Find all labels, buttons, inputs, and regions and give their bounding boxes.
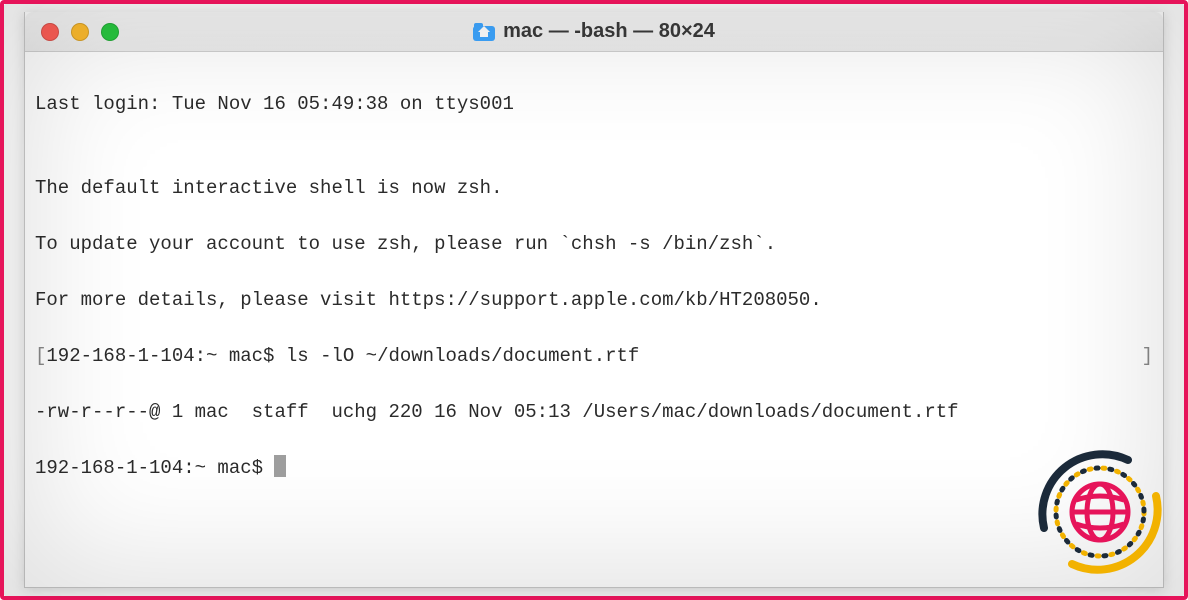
minimize-icon[interactable]	[71, 23, 89, 41]
cursor-block	[274, 455, 286, 477]
terminal-line: For more details, please visit https://s…	[35, 286, 1153, 314]
window-titlebar[interactable]: mac — -bash — 80×24	[25, 12, 1163, 52]
terminal-body[interactable]: Last login: Tue Nov 16 05:49:38 on ttys0…	[25, 52, 1163, 587]
terminal-line: -rw-r--r--@ 1 mac staff uchg 220 16 Nov …	[35, 398, 1153, 426]
terminal-window: mac — -bash — 80×24 Last login: Tue Nov …	[24, 12, 1164, 588]
folder-home-icon	[473, 23, 495, 41]
prompt: 192-168-1-104:~ mac$	[35, 457, 274, 479]
terminal-line: The default interactive shell is now zsh…	[35, 174, 1153, 202]
window-title: mac — -bash — 80×24	[503, 20, 715, 43]
image-frame: mac — -bash — 80×24 Last login: Tue Nov …	[0, 0, 1188, 600]
zoom-icon[interactable]	[101, 23, 119, 41]
title-center: mac — -bash — 80×24	[25, 20, 1163, 43]
bracket-open: [	[35, 345, 46, 367]
terminal-line: To update your account to use zsh, pleas…	[35, 230, 1153, 258]
command-text: ls -lO ~/downloads/document.rtf	[286, 345, 639, 367]
terminal-line: Last login: Tue Nov 16 05:49:38 on ttys0…	[35, 90, 1153, 118]
terminal-line: [192-168-1-104:~ mac$ ls -lO ~/downloads…	[35, 342, 1153, 370]
close-icon[interactable]	[41, 23, 59, 41]
terminal-line: 192-168-1-104:~ mac$	[35, 454, 1153, 482]
prompt: 192-168-1-104:~ mac$	[46, 345, 285, 367]
bracket-close: ]	[1142, 342, 1153, 370]
traffic-lights	[41, 23, 119, 41]
